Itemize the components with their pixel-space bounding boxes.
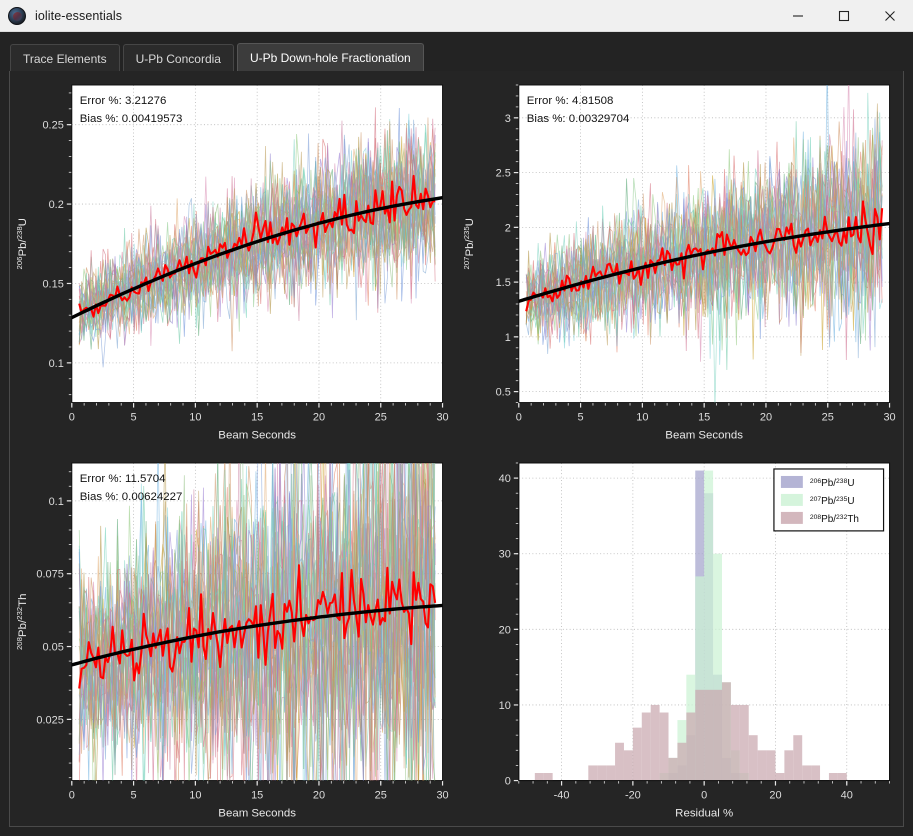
svg-text:0.5: 0.5	[495, 387, 510, 399]
svg-text:25: 25	[375, 412, 387, 424]
svg-text:20: 20	[498, 624, 510, 636]
close-icon[interactable]	[867, 0, 913, 32]
svg-text:Beam Seconds: Beam Seconds	[218, 430, 296, 442]
legend: 206Pb/238U207Pb/235U208Pb/232Th	[772, 467, 884, 531]
svg-text:5: 5	[131, 789, 137, 801]
error-percent: Error %: 3.21276	[80, 95, 167, 107]
svg-text:Beam Seconds: Beam Seconds	[218, 807, 296, 819]
tab-upb-concordia[interactable]: U-Pb Concordia	[122, 44, 234, 72]
svg-text:2: 2	[504, 222, 510, 234]
svg-text:40: 40	[498, 473, 510, 485]
tab-upb-downhole-fractionation[interactable]: U-Pb Down-hole Fractionation	[236, 43, 424, 72]
svg-text:0: 0	[69, 412, 75, 424]
svg-text:0.075: 0.075	[36, 568, 63, 580]
title-bar: iolite-essentials	[0, 0, 913, 32]
svg-text:-20: -20	[624, 789, 640, 801]
svg-text:20: 20	[759, 412, 771, 424]
svg-text:30: 30	[498, 548, 510, 560]
tab-content-panel: 0 5 10 15 20 25 30 0.1 0.15 0.2 0.25 Beam Seconds 20…	[9, 71, 904, 827]
svg-text:30: 30	[883, 412, 895, 424]
svg-text:5: 5	[131, 412, 137, 424]
svg-text:25: 25	[375, 789, 387, 801]
svg-text:20: 20	[313, 789, 325, 801]
chart-grid: 0 5 10 15 20 25 30 0.1 0.15 0.2 0.25 Beam Seconds 20…	[10, 71, 903, 826]
app-icon	[8, 6, 26, 25]
svg-text:0.2: 0.2	[49, 199, 64, 211]
svg-text:20: 20	[769, 789, 781, 801]
bias-percent: Bias %: 0.00419573	[80, 113, 183, 125]
svg-text:1: 1	[504, 332, 510, 344]
svg-text:30: 30	[436, 789, 448, 801]
bias-percent: Bias %: 0.00624227	[80, 490, 183, 502]
window-title: iolite-essentials	[35, 8, 123, 23]
svg-text:15: 15	[251, 412, 263, 424]
chart-pb207-u235-downhole[interactable]: 0 5 10 15 20 25 30 0.5 1 1.5 2 2.5 3 Beam Seconds 207P…	[456, 71, 903, 449]
svg-text:0.25: 0.25	[42, 120, 63, 132]
maximize-icon[interactable]	[821, 0, 867, 32]
error-percent: Error %: 4.81508	[526, 95, 613, 107]
svg-text:0: 0	[504, 775, 510, 787]
window-controls	[775, 0, 913, 32]
chart-residual-histogram[interactable]: -40 -20 0 20 40 0 10 20 30 40 Residual % 206Pb/238U…	[456, 448, 903, 826]
svg-text:0.15: 0.15	[42, 278, 63, 290]
bias-percent: Bias %: 0.00329704	[526, 113, 629, 125]
svg-text:10: 10	[498, 699, 510, 711]
chart-pb208-th232-downhole[interactable]: 0 5 10 15 20 25 30 0.025 0.05 0.075 0.1 Beam Second…	[10, 448, 457, 826]
svg-text:30: 30	[436, 412, 448, 424]
svg-text:0: 0	[701, 789, 707, 801]
svg-text:20: 20	[313, 412, 325, 424]
svg-text:0.025: 0.025	[36, 714, 63, 726]
svg-text:0: 0	[69, 789, 75, 801]
svg-text:10: 10	[189, 412, 201, 424]
minimize-icon[interactable]	[775, 0, 821, 32]
svg-text:15: 15	[251, 789, 263, 801]
svg-text:10: 10	[636, 412, 648, 424]
svg-text:2.5: 2.5	[495, 168, 510, 180]
svg-text:5: 5	[577, 412, 583, 424]
svg-text:Residual %: Residual %	[675, 807, 733, 819]
tab-trace-elements[interactable]: Trace Elements	[10, 44, 120, 72]
svg-text:10: 10	[189, 789, 201, 801]
chart-pb206-u238-downhole[interactable]: 0 5 10 15 20 25 30 0.1 0.15 0.2 0.25 Beam Seconds 20…	[10, 71, 457, 449]
svg-text:0: 0	[515, 412, 521, 424]
svg-text:0.1: 0.1	[49, 358, 64, 370]
svg-text:-40: -40	[553, 789, 569, 801]
svg-text:0.1: 0.1	[49, 495, 64, 507]
svg-text:Beam Seconds: Beam Seconds	[665, 430, 743, 442]
error-percent: Error %: 11.5704	[80, 472, 166, 484]
tab-bar: Trace Elements U-Pb Concordia U-Pb Down-…	[0, 32, 913, 72]
svg-text:40: 40	[840, 789, 852, 801]
svg-text:25: 25	[821, 412, 833, 424]
svg-text:0.05: 0.05	[42, 641, 63, 653]
svg-text:1.5: 1.5	[495, 277, 510, 289]
svg-text:3: 3	[504, 113, 510, 125]
svg-text:15: 15	[698, 412, 710, 424]
